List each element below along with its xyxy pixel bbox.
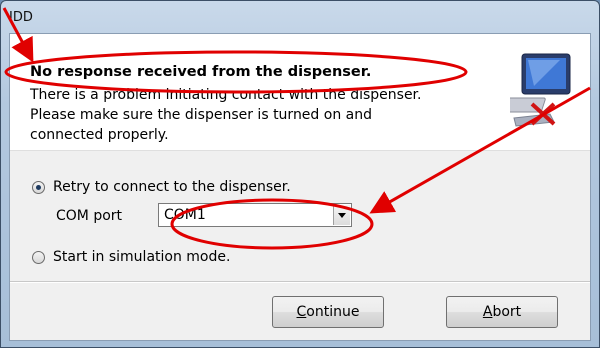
- simulation-option[interactable]: Start in simulation mode.: [32, 249, 230, 265]
- message-line-1: There is a problem initiating contact wi…: [30, 87, 422, 103]
- dropdown-button[interactable]: [333, 205, 350, 225]
- window-title: IDD: [9, 10, 33, 25]
- chevron-down-icon: [338, 212, 346, 218]
- message-line-2: Please make sure the dispenser is turned…: [30, 107, 372, 123]
- com-port-select[interactable]: COM1: [158, 203, 352, 227]
- abort-label: Abort: [482, 304, 522, 320]
- retry-radio[interactable]: [32, 180, 45, 194]
- continue-button[interactable]: Continue: [272, 296, 384, 328]
- continue-label: Continue: [296, 304, 360, 320]
- divider: [10, 281, 590, 283]
- com-port-value: COM1: [164, 207, 206, 223]
- computer-disconnected-icon: [510, 53, 571, 127]
- dialog-window: IDD No response received from the dispen…: [0, 0, 600, 348]
- error-message: There is a problem initiating contact wi…: [30, 85, 510, 145]
- dialog-client-area: No response received from the dispenser.…: [9, 33, 591, 341]
- message-header: No response received from the dispenser.…: [10, 34, 590, 151]
- retry-option[interactable]: Retry to connect to the dispenser.: [32, 179, 291, 195]
- simulation-label: Start in simulation mode.: [53, 249, 231, 265]
- simulation-radio[interactable]: [32, 250, 45, 264]
- abort-button[interactable]: Abort: [446, 296, 558, 328]
- com-port-label: COM port: [56, 208, 123, 224]
- options-panel: Retry to connect to the dispenser. COM p…: [10, 151, 590, 281]
- error-title: No response received from the dispenser.: [30, 64, 372, 80]
- message-line-3: connected properly.: [30, 127, 169, 143]
- retry-label: Retry to connect to the dispenser.: [53, 179, 291, 195]
